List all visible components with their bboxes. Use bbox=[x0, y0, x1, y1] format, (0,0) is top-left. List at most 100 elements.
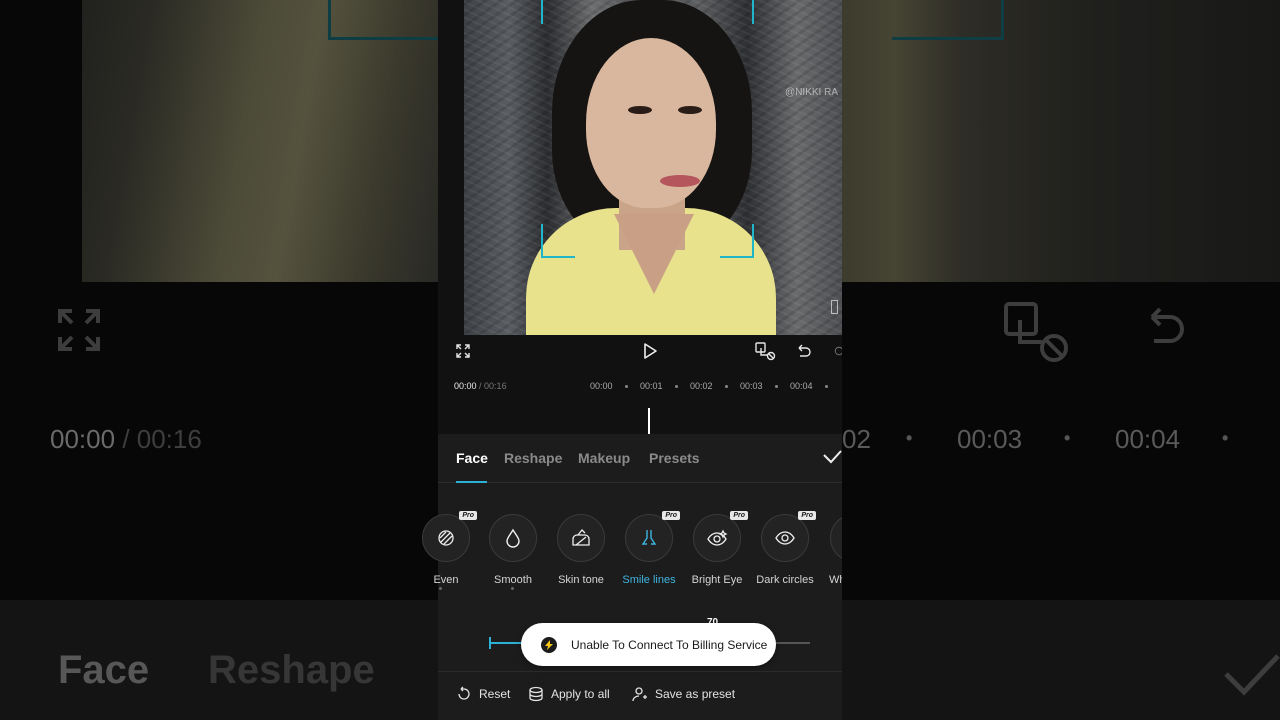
expand-icon bbox=[456, 344, 470, 358]
tab-bar: Face Reshape Makeup Presets bbox=[438, 434, 842, 483]
skin-tone-icon bbox=[572, 529, 590, 546]
background-tick-02: 02 bbox=[842, 424, 871, 454]
even-skin-icon bbox=[438, 530, 454, 546]
bright-eye-icon bbox=[707, 529, 728, 546]
tool-label: Bright Eye bbox=[691, 574, 743, 586]
layers-icon bbox=[529, 686, 543, 702]
check-icon bbox=[823, 450, 842, 464]
timeline-tick: 00:00 bbox=[590, 381, 613, 391]
background-time-current: 00:00 bbox=[50, 424, 116, 454]
video-preview[interactable]: @NIKKI RA bbox=[464, 0, 842, 335]
timeline-dot bbox=[725, 385, 728, 388]
background-tab-face: Face bbox=[58, 648, 150, 692]
tool-smooth[interactable]: Smooth bbox=[478, 514, 548, 590]
side-handle bbox=[831, 300, 838, 314]
compare-icon bbox=[755, 342, 776, 361]
playhead[interactable] bbox=[648, 408, 650, 434]
current-time: 00:00 bbox=[454, 381, 477, 391]
tool-circle bbox=[557, 514, 605, 562]
slider-start-mark bbox=[489, 637, 491, 649]
lightning-icon bbox=[541, 636, 557, 653]
tab-face[interactable]: Face bbox=[456, 450, 488, 466]
tool-label: Even bbox=[433, 574, 459, 586]
timeline-dot bbox=[625, 385, 628, 388]
undo-icon bbox=[798, 344, 811, 357]
tool-circle bbox=[489, 514, 537, 562]
edited-dot bbox=[511, 587, 514, 590]
tool-circle bbox=[830, 514, 842, 562]
edited-dot bbox=[439, 587, 442, 590]
nose-smile-lines-icon bbox=[641, 530, 657, 545]
undo-button[interactable] bbox=[794, 341, 814, 361]
background-undo-icon bbox=[1150, 307, 1184, 343]
background-dot: • bbox=[1064, 428, 1071, 448]
tab-makeup[interactable]: Makeup bbox=[578, 450, 630, 466]
tool-circle: Pro bbox=[693, 511, 748, 562]
timeline-dot bbox=[825, 385, 828, 388]
save-as-preset-label: Save as preset bbox=[655, 687, 736, 701]
tool-even[interactable]: Pro Even bbox=[411, 511, 481, 590]
background-expand-icon bbox=[58, 309, 100, 351]
timeline-dot bbox=[775, 385, 778, 388]
eye-icon bbox=[775, 531, 795, 545]
tool-dark-circles[interactable]: Pro Dark circles bbox=[750, 511, 820, 586]
tool-circle: Pro bbox=[625, 511, 680, 562]
timeline-dot bbox=[675, 385, 678, 388]
apply-to-all-label: Apply to all bbox=[551, 687, 610, 701]
face-bracket bbox=[720, 0, 754, 24]
reset-label: Reset bbox=[479, 687, 511, 701]
timeline[interactable]: 00:00 / 00:16 00:00 00:01 00:02 00:03 00… bbox=[438, 374, 842, 434]
timeline-tick: 00:01 bbox=[640, 381, 663, 391]
tool-skin-tone[interactable]: Skin tone bbox=[546, 514, 616, 586]
save-as-preset-button[interactable]: Save as preset bbox=[632, 686, 735, 702]
tool-smile-lines[interactable]: Pro Smile lines bbox=[614, 511, 684, 586]
face-bracket bbox=[720, 224, 754, 258]
tool-label: Smile lines bbox=[622, 574, 676, 586]
screen: 00:00 / 00:16 Face Reshape 02 • 00:03 • … bbox=[0, 0, 1280, 720]
background-tick-04: 00:04 bbox=[1115, 424, 1181, 454]
pro-badge: Pro bbox=[662, 511, 680, 520]
tool-circle: Pro bbox=[422, 511, 477, 562]
tool-label: Wh bbox=[829, 574, 842, 586]
tab-presets[interactable]: Presets bbox=[649, 450, 700, 466]
pro-badge: Pro bbox=[730, 511, 748, 520]
face-bracket bbox=[541, 0, 575, 24]
reset-icon bbox=[458, 686, 470, 700]
background-check-icon bbox=[1224, 654, 1280, 696]
background-compare-icon bbox=[1004, 302, 1068, 362]
timeline-tick: 00:03 bbox=[740, 381, 763, 391]
redo-icon bbox=[834, 346, 842, 356]
reset-button[interactable]: Reset bbox=[456, 686, 510, 702]
tool-label: Smooth bbox=[494, 574, 532, 586]
redo-button[interactable] bbox=[830, 341, 842, 361]
play-icon bbox=[644, 343, 657, 359]
background-dot: • bbox=[1222, 428, 1229, 448]
apply-to-all-button[interactable]: Apply to all bbox=[528, 686, 610, 702]
subject-lips bbox=[660, 175, 700, 187]
timeline-tick: 00:02 bbox=[690, 381, 713, 391]
play-button[interactable] bbox=[639, 340, 661, 362]
fullscreen-button[interactable] bbox=[454, 342, 472, 360]
billing-error-toast: Unable To Connect To Billing Service bbox=[521, 623, 776, 666]
user-preset-icon bbox=[632, 687, 647, 702]
tool-circle: Pro bbox=[761, 511, 816, 562]
active-tab-indicator bbox=[456, 481, 487, 483]
background-dot: • bbox=[906, 428, 913, 448]
tool-label: Dark circles bbox=[756, 574, 814, 586]
tab-reshape[interactable]: Reshape bbox=[504, 450, 562, 466]
background-left: 00:00 / 00:16 Face Reshape bbox=[0, 0, 438, 720]
action-bar: Reset Apply to all Save as preset bbox=[438, 671, 842, 720]
timeline-tick: 00:04 bbox=[790, 381, 813, 391]
tool-bright-eye[interactable]: Pro Bright Eye bbox=[682, 511, 752, 586]
phone-app: @NIKKI RA 00:00 / 00:16 00:00 00:01 00:0… bbox=[422, 0, 842, 720]
tool-whiten-partial[interactable]: Wh bbox=[818, 514, 842, 586]
confirm-button[interactable] bbox=[822, 449, 844, 469]
duration: / 00:16 bbox=[479, 381, 507, 391]
background-tab-reshape: Reshape bbox=[208, 648, 375, 692]
pro-badge: Pro bbox=[798, 511, 816, 520]
background-right: 02 • 00:03 • 00:04 • bbox=[842, 0, 1280, 720]
pro-badge: Pro bbox=[459, 511, 477, 520]
toast-message: Unable To Connect To Billing Service bbox=[571, 637, 768, 652]
compare-button[interactable] bbox=[753, 340, 777, 362]
retouch-panel: Face Reshape Makeup Presets Pro Even Smo… bbox=[422, 434, 842, 720]
